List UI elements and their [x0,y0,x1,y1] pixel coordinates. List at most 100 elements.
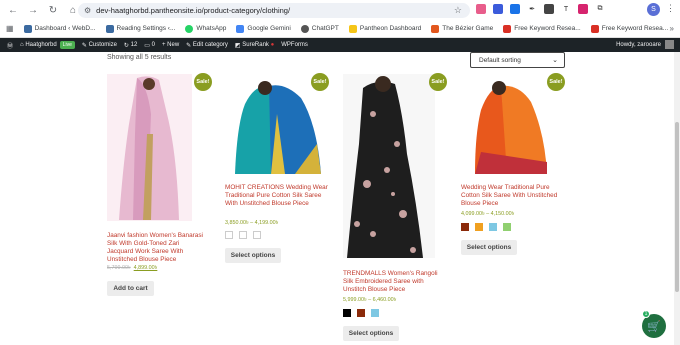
bezier-icon [431,24,440,33]
updates-icon: ↻ [123,42,131,49]
live-badge: Live [59,41,75,49]
more-bookmarks-icon[interactable]: » [670,24,674,33]
updates-link[interactable]: ↻ 12 [124,42,137,49]
extensions: ✒ T ⧉ [476,4,605,14]
edit-category-link[interactable]: ✎ Edit category [186,42,228,49]
pantheon-icon [348,24,357,33]
site-name[interactable]: ⌂ Haatghorbd Live [20,41,75,49]
product-title[interactable]: Jaanvi fashion Women's Banarasi Silk Wit… [107,232,205,264]
add-to-cart-button[interactable]: Add to cart [107,281,154,296]
bookmark-item[interactable]: Free Keyword Resea... [503,24,581,33]
bookmark-star-icon[interactable]: ☆ [454,5,462,16]
product-price: 3,850.00৳ – 4,199.00৳ [225,220,279,226]
new-link[interactable]: + New [162,42,179,48]
chevron-down-icon: ⌄ [552,57,558,64]
menu-icon[interactable]: ⋮ [666,3,675,14]
color-swatch[interactable] [239,231,247,239]
puzzle-icon[interactable]: ⧉ [595,4,605,14]
cart-count-badge: 1 [642,310,650,318]
color-swatch[interactable] [475,223,483,231]
wordpress-icon [105,24,114,33]
color-swatch[interactable] [357,309,365,317]
url-text: dev-haatghorbd.pantheonsite.io/product-c… [96,6,291,15]
back-icon[interactable]: ← [6,3,20,17]
product-title[interactable]: Wedding Wear Traditional Pure Cotton Sil… [461,184,565,208]
bookmark-item[interactable]: Pantheon Dashboard [348,24,421,33]
forward-icon[interactable]: → [26,3,40,17]
profile-avatar[interactable]: S [647,3,660,16]
sorting-select[interactable]: Default sorting ⌄ [470,52,565,68]
account-menu[interactable]: Howdy, zarooare [616,40,674,49]
extension-icon[interactable] [510,4,520,14]
product-card: Sale! TRENDMALLS Women's Rangoli Silk Em… [343,73,453,344]
color-swatch[interactable] [489,223,497,231]
product-price: 5,799.00৳ 4,899.00৳ [107,265,158,271]
color-swatches [225,231,261,239]
color-swatch[interactable] [253,231,261,239]
sale-badge: Sale! [429,73,447,91]
extension-icon[interactable]: ✒ [527,4,537,14]
whatsapp-icon [185,24,194,33]
product-image[interactable] [461,74,559,176]
keyword-icon [590,24,599,33]
surerank-icon: ◩ [234,42,243,49]
color-swatch[interactable] [503,223,511,231]
apps-grid-icon[interactable]: ▦ [6,24,14,33]
product-title[interactable]: MOHIT CREATIONS Wedding Wear Traditional… [225,184,329,208]
bookmark-item[interactable]: Google Gemini [236,24,291,33]
site-info-icon[interactable]: ⚙ [84,6,91,15]
browser-toolbar: ← → ↻ ⌂ ⚙ dev-haatghorbd.pantheonsite.io… [0,0,680,20]
comments-link[interactable]: ▭ 0 [144,42,155,49]
brush-icon: ✎ [81,42,89,49]
sale-badge: Sale! [194,73,212,91]
comment-icon: ▭ [144,42,152,49]
wordpress-icon [23,24,32,33]
color-swatch[interactable] [461,223,469,231]
product-image[interactable] [343,74,435,258]
select-options-button[interactable]: Select options [343,326,399,341]
scrollbar[interactable] [674,52,680,345]
wp-logo-icon[interactable]: Ⓦ [7,41,13,50]
address-bar[interactable]: ⚙ dev-haatghorbd.pantheonsite.io/product… [78,3,470,18]
surerank-link[interactable]: ◩ SureRank ● [235,42,274,49]
product-title[interactable]: TRENDMALLS Women's Rangoli Silk Embroide… [343,270,447,294]
color-swatch[interactable] [371,309,379,317]
product-card: Sale! Jaanvi fashion Women's Banarasi Si… [107,73,212,304]
customize-link[interactable]: ✎ Customize [82,42,117,49]
extension-icon[interactable] [578,4,588,14]
bookmark-item[interactable]: Free Keyword Resea... [590,24,668,33]
pencil-icon: ✎ [186,42,193,49]
bookmark-item[interactable]: WhatsApp [185,24,226,33]
bookmark-item[interactable]: Dashboard ‹ WebD... [23,24,96,33]
product-price: 4,099.00৳ – 4,150.00৳ [461,211,515,217]
bookmark-item[interactable]: Reading Settings ‹... [105,24,175,33]
extension-icon[interactable] [476,4,486,14]
product-price: 5,999.00৳ – 6,460.00৳ [343,297,397,303]
cart-icon: 🛒 [647,320,661,333]
sale-badge: Sale! [547,73,565,91]
result-count: Showing all 5 results [107,54,172,61]
extension-icon[interactable] [544,4,554,14]
color-swatches [461,223,511,231]
product-card: Sale! MOHIT CREATIONS Wedding Wear Tradi… [225,73,337,274]
gemini-icon [236,24,245,33]
select-options-button[interactable]: Select options [461,240,517,255]
extension-icon[interactable]: T [561,4,571,14]
color-swatch[interactable] [225,231,233,239]
bookmark-item[interactable]: The Bézier Game [431,24,493,33]
product-image[interactable] [107,74,192,221]
reload-icon[interactable]: ↻ [46,3,60,17]
color-swatch[interactable] [343,309,351,317]
wp-admin-bar: Ⓦ ⌂ Haatghorbd Live ✎ Customize ↻ 12 ▭ 0 … [0,38,680,52]
bookmarks-bar: ▦ Dashboard ‹ WebD... Reading Settings ‹… [0,20,680,38]
bookmark-item[interactable]: ChatGPT [300,24,339,33]
chatgpt-icon [300,24,309,33]
sale-badge: Sale! [311,73,329,91]
wpforms-link[interactable]: WPForms [281,42,308,48]
extension-icon[interactable] [493,4,503,14]
color-swatches [343,309,379,317]
scrollbar-thumb[interactable] [675,122,679,292]
select-options-button[interactable]: Select options [225,248,281,263]
product-card: Sale! Wedding Wear Traditional Pure Cott… [461,73,571,264]
keyword-icon [503,24,512,33]
